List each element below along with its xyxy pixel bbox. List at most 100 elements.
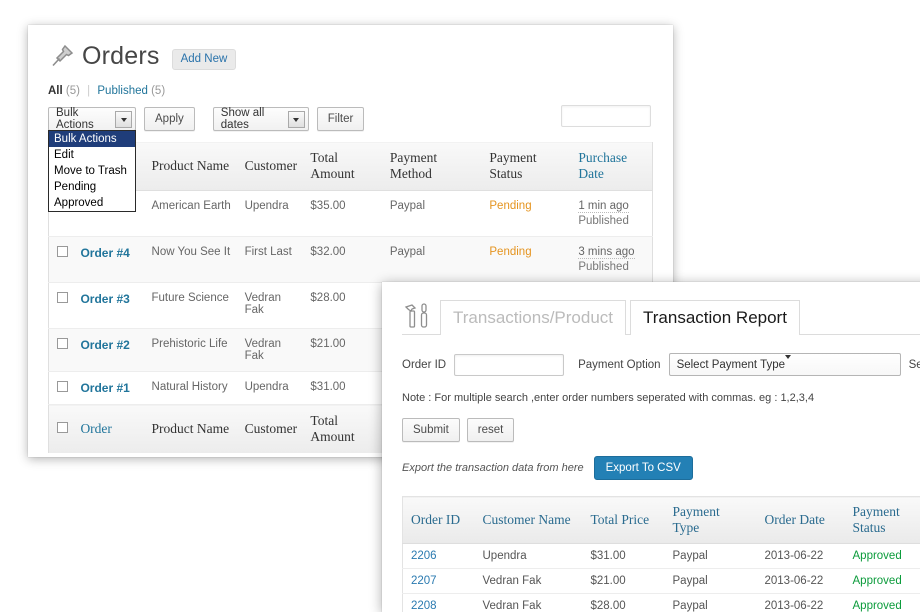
order-link[interactable]: Order #3 <box>80 292 129 306</box>
table-row: 2207Vedran Fak$21.00Paypal2013-06-22Appr… <box>403 569 920 594</box>
chevron-down-icon <box>115 111 132 128</box>
cell-total-amount: $31.00 <box>304 372 383 405</box>
row-checkbox-cell[interactable] <box>49 329 75 372</box>
row-checkbox-cell[interactable] <box>49 237 75 283</box>
row-checkbox[interactable] <box>57 338 68 349</box>
bulk-actions-select-top-value: Bulk Actions <box>56 107 111 131</box>
status-filter-links: All (5) | Published (5) <box>48 85 673 97</box>
bulk-option-move-to-trash[interactable]: Move to Trash <box>49 163 135 179</box>
orders-col-payment-status: Payment Status <box>483 142 572 191</box>
cell-product-name: Now You See It <box>146 237 239 283</box>
export-to-csv-button[interactable]: Export To CSV <box>594 456 693 480</box>
order-link[interactable]: Order #1 <box>80 381 129 395</box>
order-link[interactable]: Order #2 <box>80 338 129 352</box>
report-col-payment-type: Payment Type <box>665 497 757 544</box>
orders-col-purchase-date[interactable]: Purchase Date <box>572 142 652 191</box>
transaction-report-panel: Transactions/Product Transaction Report … <box>382 282 920 612</box>
tab-transaction-report[interactable]: Transaction Report <box>630 300 800 335</box>
add-new-button[interactable]: Add New <box>172 49 237 70</box>
orders-page-header: Orders Add New <box>28 25 673 71</box>
cell-order[interactable]: Order #1 <box>74 372 145 405</box>
bulk-actions-select-top[interactable]: Bulk Actions <box>48 107 136 131</box>
transaction-tabs: Transactions/Product Transaction Report <box>382 282 920 334</box>
cell-payment-status: Approved <box>845 569 920 594</box>
cell-payment-type: Paypal <box>665 544 757 569</box>
cell-order-date: 2013-06-22 <box>757 569 845 594</box>
date-filter-select-value: Show all dates <box>221 107 284 131</box>
cell-customer-name: Vedran Fak <box>475 594 583 612</box>
cell-customer-name: Vedran Fak <box>475 569 583 594</box>
bulk-option-bulk-actions[interactable]: Bulk Actions <box>49 131 135 147</box>
orders-col-payment-method: Payment Method <box>384 142 484 191</box>
tab-transactions-product[interactable]: Transactions/Product <box>440 300 626 335</box>
filter-link-all[interactable]: All <box>48 85 63 97</box>
bulk-option-pending[interactable]: Pending <box>49 179 135 195</box>
bulk-actions-dropdown-list[interactable]: Bulk Actions Edit Move to Trash Pending … <box>48 130 136 212</box>
cell-customer: Vedran Fak <box>239 283 305 329</box>
cell-payment-status: Pending <box>483 191 572 237</box>
date-relative: 1 min ago <box>578 200 629 213</box>
cell-product-name: Future Science <box>146 283 239 329</box>
cell-customer: Upendra <box>239 372 305 405</box>
cell-payment-method: Paypal <box>384 191 484 237</box>
payment-option-select[interactable]: Select Payment Type <box>669 353 901 376</box>
table-row: 2208Vedran Fak$28.00Paypal2013-06-22Appr… <box>403 594 920 612</box>
filter-count-published: (5) <box>151 85 165 97</box>
cell-order[interactable]: Order #2 <box>74 329 145 372</box>
cell-total-amount: $21.00 <box>304 329 383 372</box>
row-checkbox-cell[interactable] <box>49 372 75 405</box>
cell-payment-type: Paypal <box>665 594 757 612</box>
cell-total-amount: $35.00 <box>304 191 383 237</box>
transaction-search-form: Order ID Payment Option Select Payment T… <box>402 353 920 376</box>
select-all-footer[interactable] <box>49 405 75 454</box>
date-filter-select[interactable]: Show all dates <box>213 107 309 131</box>
select-all-checkbox-footer[interactable] <box>57 422 68 433</box>
cell-payment-method: Paypal <box>384 237 484 283</box>
select-trailing-label: Select <box>909 359 920 371</box>
cell-order-id[interactable]: 2208 <box>403 594 475 612</box>
orders-col-customer: Customer <box>239 142 305 191</box>
apply-button-top[interactable]: Apply <box>144 107 195 131</box>
table-row: Order #5American EarthUpendra$35.00Paypa… <box>49 191 653 237</box>
payment-option-label: Payment Option <box>578 359 660 371</box>
cell-purchase-date: 1 min agoPublished <box>572 191 652 237</box>
filter-count-all: (5) <box>66 85 80 97</box>
submit-button[interactable]: Submit <box>402 418 460 442</box>
order-id-input[interactable] <box>454 354 564 376</box>
orders-table-header-row: Order Product Name Customer Total Amount… <box>49 142 653 191</box>
orders-foot-order[interactable]: Order <box>74 405 145 454</box>
cell-order-id[interactable]: 2206 <box>403 544 475 569</box>
cell-customer: Vedran Fak <box>239 329 305 372</box>
row-checkbox[interactable] <box>57 246 68 257</box>
row-checkbox[interactable] <box>57 381 68 392</box>
bulk-option-approved[interactable]: Approved <box>49 195 135 211</box>
orders-foot-product-name: Product Name <box>146 405 239 454</box>
cell-order[interactable]: Order #4 <box>74 237 145 283</box>
orders-foot-total-amount: Total Amount <box>304 405 383 454</box>
transaction-action-buttons: Submit reset <box>402 418 920 442</box>
report-col-order-date: Order Date <box>757 497 845 544</box>
filter-button[interactable]: Filter <box>317 107 365 131</box>
row-checkbox-cell[interactable] <box>49 283 75 329</box>
orders-col-product-name: Product Name <box>146 142 239 191</box>
cell-total-amount: $28.00 <box>304 283 383 329</box>
cell-order-id[interactable]: 2207 <box>403 569 475 594</box>
filter-link-published[interactable]: Published <box>97 85 148 97</box>
bulk-option-edit[interactable]: Edit <box>49 147 135 163</box>
row-checkbox[interactable] <box>57 292 68 303</box>
orders-col-purchase-date-link[interactable]: Purchase Date <box>578 150 627 181</box>
order-link[interactable]: Order #4 <box>80 246 129 260</box>
date-state: Published <box>578 261 646 273</box>
orders-foot-customer: Customer <box>239 405 305 454</box>
reset-button[interactable]: reset <box>467 418 515 442</box>
cell-payment-status: Approved <box>845 594 920 612</box>
multiple-search-note: Note : For multiple search ,enter order … <box>402 392 920 404</box>
report-col-payment-status: Payment Status <box>845 497 920 544</box>
table-row: Order #4Now You See ItFirst Last$32.00Pa… <box>49 237 653 283</box>
order-id-label: Order ID <box>402 359 446 371</box>
cell-total-price: $28.00 <box>583 594 665 612</box>
orders-foot-order-link[interactable]: Order <box>80 421 111 436</box>
cell-customer: First Last <box>239 237 305 283</box>
export-hint-label: Export the transaction data from here <box>402 462 584 474</box>
cell-order[interactable]: Order #3 <box>74 283 145 329</box>
